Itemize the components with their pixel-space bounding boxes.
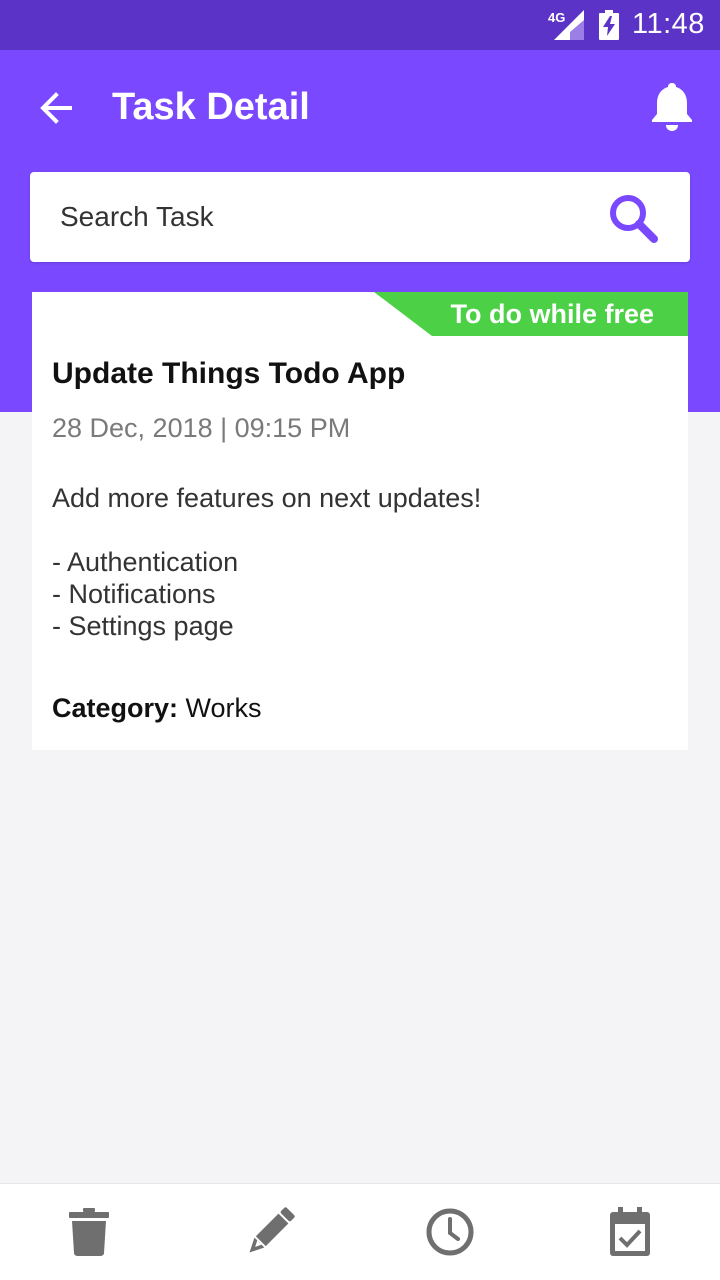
status-bar: 4G 11:48 <box>0 0 720 50</box>
network-type-label: 4G <box>548 10 566 25</box>
arrow-back-icon <box>40 92 72 124</box>
task-title: Update Things Todo App <box>52 357 406 390</box>
search-icon <box>610 195 658 243</box>
status-time: 11:48 <box>632 8 705 40</box>
mark-done-button[interactable] <box>600 1202 660 1262</box>
task-subitems: - Authentication - Notifications - Setti… <box>52 546 238 642</box>
list-item: - Authentication <box>52 547 239 577</box>
battery-charging-icon <box>599 10 619 40</box>
task-datetime: 28 Dec, 2018 | 09:15 PM <box>52 413 351 443</box>
back-button[interactable] <box>30 82 82 134</box>
category-value: Works <box>185 693 262 723</box>
notifications-button[interactable] <box>646 78 698 134</box>
task-tag: To do while free <box>374 292 688 336</box>
list-item: - Notifications <box>52 579 216 609</box>
trash-icon <box>69 1208 109 1256</box>
delete-button[interactable] <box>59 1202 119 1262</box>
bell-icon <box>652 83 692 131</box>
search-input[interactable] <box>60 172 600 262</box>
search-bar <box>30 172 690 262</box>
pencil-icon <box>249 1207 295 1253</box>
schedule-button[interactable] <box>420 1202 480 1262</box>
clock-icon <box>426 1208 474 1256</box>
search-button[interactable] <box>604 190 664 246</box>
task-tag-label: To do while free <box>450 299 654 329</box>
task-category: Category: Works <box>52 692 262 724</box>
category-label: Category: <box>52 693 179 723</box>
edit-button[interactable] <box>240 1202 300 1262</box>
bottom-action-bar <box>0 1183 720 1280</box>
task-description: Add more features on next updates! <box>52 483 482 513</box>
calendar-check-icon <box>610 1207 650 1256</box>
task-card: To do while free Update Things Todo App … <box>32 292 688 750</box>
list-item: - Settings page <box>52 611 234 641</box>
page-title: Task Detail <box>112 86 310 128</box>
